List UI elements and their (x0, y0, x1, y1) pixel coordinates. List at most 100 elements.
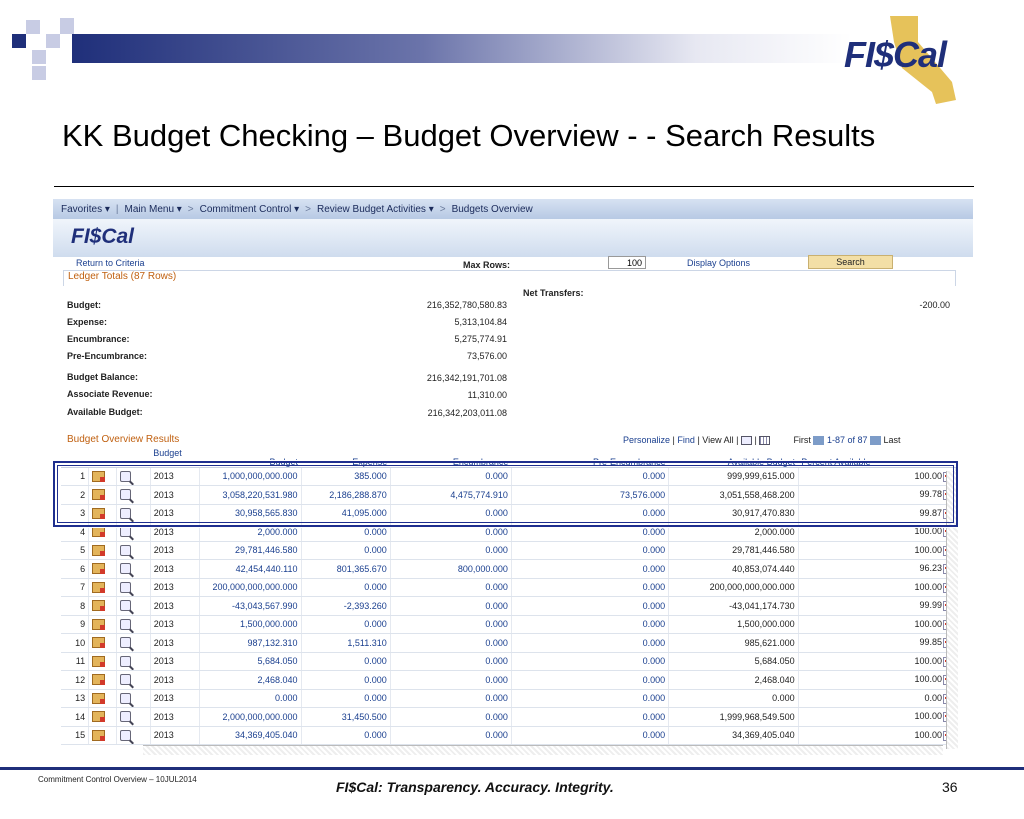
next-page-icon[interactable] (870, 436, 882, 446)
budget-details-icon[interactable] (92, 600, 106, 612)
inquiry-icon-cell[interactable] (116, 559, 151, 579)
display-options-link[interactable]: Display Options (687, 258, 750, 268)
budget-amount[interactable]: 5,684.050 (199, 652, 302, 671)
expense-amount[interactable]: 0.000 (301, 670, 391, 690)
magnify-inquiry-icon[interactable] (119, 637, 131, 649)
inquiry-icon-cell[interactable] (116, 652, 151, 671)
view-all-link[interactable]: View All (702, 435, 733, 445)
budget-details-icon[interactable] (92, 729, 106, 741)
budget-amount[interactable]: 29,781,446.580 (199, 541, 302, 560)
expense-amount[interactable]: 0.000 (301, 615, 391, 634)
magnify-inquiry-icon[interactable] (119, 581, 131, 593)
pre-encumbrance-amount[interactable]: 0.000 (511, 633, 670, 653)
detail-icon-cell[interactable] (88, 578, 117, 597)
budget-amount[interactable]: 2,468.040 (199, 670, 302, 690)
inquiry-icon-cell[interactable] (116, 726, 151, 745)
budget-details-icon[interactable] (92, 581, 106, 593)
detail-icon-cell[interactable] (88, 559, 117, 579)
budget-amount[interactable]: 34,369,405.040 (199, 726, 302, 745)
encumbrance-amount[interactable]: 800,000.000 (390, 559, 512, 579)
magnify-inquiry-icon[interactable] (119, 692, 131, 704)
expense-amount[interactable]: 0.000 (301, 541, 391, 560)
budget-amount[interactable]: 987,132.310 (199, 633, 302, 653)
budget-amount[interactable]: 1,500,000.000 (199, 615, 302, 634)
expense-amount[interactable]: 31,450.500 (301, 707, 391, 727)
budget-details-icon[interactable] (92, 544, 106, 556)
magnify-inquiry-icon[interactable] (119, 674, 131, 686)
inquiry-icon-cell[interactable] (116, 670, 151, 690)
horizontal-scrollbar[interactable] (143, 745, 943, 755)
encumbrance-amount[interactable]: 0.000 (390, 726, 512, 745)
pre-encumbrance-amount[interactable]: 0.000 (511, 615, 670, 634)
expense-amount[interactable]: -2,393.260 (301, 596, 391, 616)
inquiry-icon-cell[interactable] (116, 578, 151, 597)
detail-icon-cell[interactable] (88, 596, 117, 616)
detail-icon-cell[interactable] (88, 689, 117, 708)
encumbrance-amount[interactable]: 0.000 (390, 578, 512, 597)
pre-encumbrance-amount[interactable]: 0.000 (511, 578, 670, 597)
breadcrumb-commitment-control[interactable]: Commitment Control ▾ (200, 204, 300, 215)
magnify-inquiry-icon[interactable] (119, 526, 131, 538)
inquiry-icon-cell[interactable] (116, 633, 151, 653)
magnify-inquiry-icon[interactable] (119, 544, 131, 556)
budget-amount[interactable]: -43,043,567.990 (199, 596, 302, 616)
encumbrance-amount[interactable]: 0.000 (390, 633, 512, 653)
budget-details-icon[interactable] (92, 563, 106, 575)
pre-encumbrance-amount[interactable]: 0.000 (511, 541, 670, 560)
expense-amount[interactable]: 0.000 (301, 578, 391, 597)
budget-details-icon[interactable] (92, 637, 106, 649)
magnify-inquiry-icon[interactable] (119, 563, 131, 575)
download-icon[interactable] (741, 436, 753, 446)
pre-encumbrance-amount[interactable]: 0.000 (511, 596, 670, 616)
inquiry-icon-cell[interactable] (116, 615, 151, 634)
budget-details-icon[interactable] (92, 526, 106, 538)
budget-details-icon[interactable] (92, 711, 106, 723)
encumbrance-amount[interactable]: 0.000 (390, 670, 512, 690)
expense-amount[interactable]: 0.000 (301, 726, 391, 745)
detail-icon-cell[interactable] (88, 707, 117, 727)
pre-encumbrance-amount[interactable]: 0.000 (511, 652, 670, 671)
return-to-criteria-link[interactable]: Return to Criteria (76, 258, 145, 268)
expense-amount[interactable]: 0.000 (301, 652, 391, 671)
pre-encumbrance-amount[interactable]: 0.000 (511, 707, 670, 727)
breadcrumb-budgets-overview[interactable]: Budgets Overview (452, 204, 533, 215)
encumbrance-amount[interactable]: 0.000 (390, 541, 512, 560)
max-rows-input[interactable]: 100 (608, 256, 646, 269)
search-button[interactable]: Search (808, 255, 893, 269)
budget-amount[interactable]: 42,454,440.110 (199, 559, 302, 579)
encumbrance-amount[interactable]: 0.000 (390, 689, 512, 708)
budget-amount[interactable]: 2,000,000,000.000 (199, 707, 302, 727)
budget-amount[interactable]: 200,000,000,000.000 (199, 578, 302, 597)
budget-details-icon[interactable] (92, 692, 106, 704)
encumbrance-amount[interactable]: 0.000 (390, 615, 512, 634)
inquiry-icon-cell[interactable] (116, 689, 151, 708)
budget-amount[interactable]: 0.000 (199, 689, 302, 708)
budget-details-icon[interactable] (92, 618, 106, 630)
find-link[interactable]: Find (677, 435, 695, 445)
grid-icon[interactable] (759, 436, 771, 446)
personalize-link[interactable]: Personalize (623, 435, 670, 445)
main-menu[interactable]: Main Menu ▾ (125, 204, 182, 215)
pre-encumbrance-amount[interactable]: 0.000 (511, 726, 670, 745)
magnify-inquiry-icon[interactable] (119, 729, 131, 741)
encumbrance-amount[interactable]: 0.000 (390, 652, 512, 671)
last-label[interactable]: Last (884, 435, 901, 445)
detail-icon-cell[interactable] (88, 670, 117, 690)
detail-icon-cell[interactable] (88, 633, 117, 653)
budget-details-icon[interactable] (92, 674, 106, 686)
expense-amount[interactable]: 1,511.310 (301, 633, 391, 653)
detail-icon-cell[interactable] (88, 726, 117, 745)
expense-amount[interactable]: 801,365.670 (301, 559, 391, 579)
encumbrance-amount[interactable]: 0.000 (390, 707, 512, 727)
breadcrumb-review-budget[interactable]: Review Budget Activities ▾ (317, 204, 434, 215)
expense-amount[interactable]: 0.000 (301, 689, 391, 708)
encumbrance-amount[interactable]: 0.000 (390, 596, 512, 616)
pre-encumbrance-amount[interactable]: 0.000 (511, 670, 670, 690)
budget-details-icon[interactable] (92, 655, 106, 667)
magnify-inquiry-icon[interactable] (119, 711, 131, 723)
magnify-inquiry-icon[interactable] (119, 655, 131, 667)
magnify-inquiry-icon[interactable] (119, 600, 131, 612)
inquiry-icon-cell[interactable] (116, 707, 151, 727)
inquiry-icon-cell[interactable] (116, 541, 151, 560)
inquiry-icon-cell[interactable] (116, 596, 151, 616)
